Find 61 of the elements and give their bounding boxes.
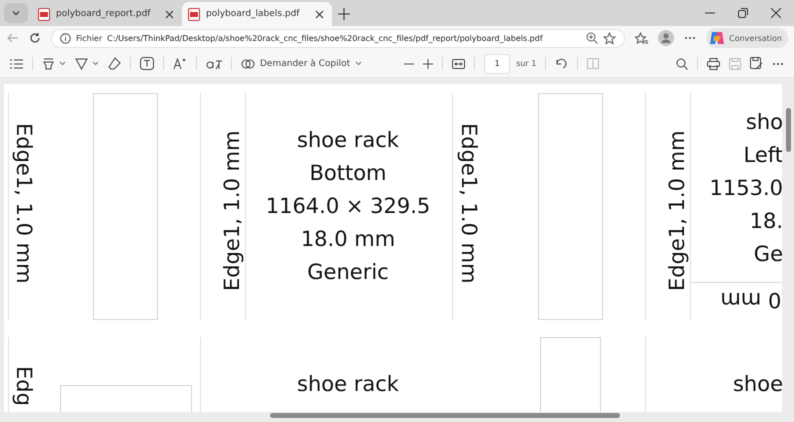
favorites-icon[interactable] [635,32,648,44]
text-size-icon[interactable] [173,58,187,70]
close-icon[interactable] [315,10,324,18]
part-label-line: shoe [732,371,782,398]
edge-label: Edg [11,366,37,408]
edge-label: .0 mm [719,287,782,314]
caret-icon [355,61,362,66]
conversation-button[interactable]: Conversation [706,28,788,48]
part-label-line: Generic [307,259,389,286]
close-icon[interactable] [771,8,781,18]
draw-icon[interactable] [75,57,88,70]
part-label-line: 1153.0 [710,175,782,202]
more-icon[interactable] [772,62,784,66]
part-label-line: 1164.0 × 329.5 [266,193,430,220]
save-as-icon[interactable] [750,57,763,70]
translate-icon[interactable] [206,58,222,70]
copilot-button[interactable]: Demander à Copilot [241,56,362,70]
fit-width-icon[interactable] [452,58,466,68]
browser-tab[interactable]: polyboard_labels.pdf [182,2,332,26]
zoom-in-icon[interactable] [423,58,434,68]
tab-title: polyboard_labels.pdf [206,9,300,19]
star-icon[interactable] [603,32,616,44]
info-icon [60,32,71,44]
edge-label: Edge1, 1.0 mm [664,129,690,291]
text-box-icon[interactable] [140,57,154,70]
profile-avatar-icon[interactable] [658,30,674,46]
close-icon[interactable] [165,10,174,18]
address-field[interactable]: Fichier C:/Users/ThinkPad/Desktop/a/shoe%20rack_cnc_files/shoe%20rack_cnc_files/pdf_report/polyboard_labels.pdf [51,28,626,48]
part-label-line: 18.0 mm [300,226,396,253]
eraser-icon[interactable] [108,57,121,70]
part-label-line: 18. [750,208,782,235]
search-icon[interactable] [676,58,688,70]
url-text: C:/Users/ThinkPad/Desktop/a/shoe%20rack_cnc_files/shoe%20rack_cnc_files/pdf_report/polyboard_labels.pdf [107,34,543,42]
highlighter-icon[interactable] [42,57,55,70]
zoom-icon[interactable] [586,32,598,44]
caret-icon[interactable] [92,61,99,66]
edge-label: Edge1, 1.0 mm [219,129,245,291]
part-label-line: Bottom [309,160,387,187]
pdf-file-icon [188,8,200,20]
horizontal-scrollbar-thumb[interactable] [270,413,620,418]
vertical-scrollbar-thumb[interactable] [786,108,791,152]
part-label-line: sho [746,109,782,136]
edge-label: Edge1, 1.0 mm [11,123,37,286]
rotate-icon[interactable] [555,57,568,70]
pdf-file-icon [38,8,50,20]
browser-tab[interactable]: polyboard_report.pdf [32,2,182,26]
part-label-line: shoe rack [297,127,399,154]
part-label-line: Ge [754,241,782,268]
restore-icon[interactable] [738,8,748,18]
scheme-label: Fichier [76,34,102,42]
page-number-field[interactable]: 1 [484,54,510,74]
new-tab-icon[interactable] [338,8,350,20]
edge-label: Edge1, 1.0 mm [456,123,482,286]
refresh-icon[interactable] [29,32,41,44]
contents-list-icon[interactable] [10,58,23,68]
caret-icon[interactable] [59,61,66,66]
tab-title: polyboard_report.pdf [56,9,152,19]
page-total-label: sur 1 [516,59,536,68]
more-icon[interactable] [684,36,696,40]
print-icon[interactable] [707,58,720,70]
part-label-line: shoe rack [297,371,399,398]
